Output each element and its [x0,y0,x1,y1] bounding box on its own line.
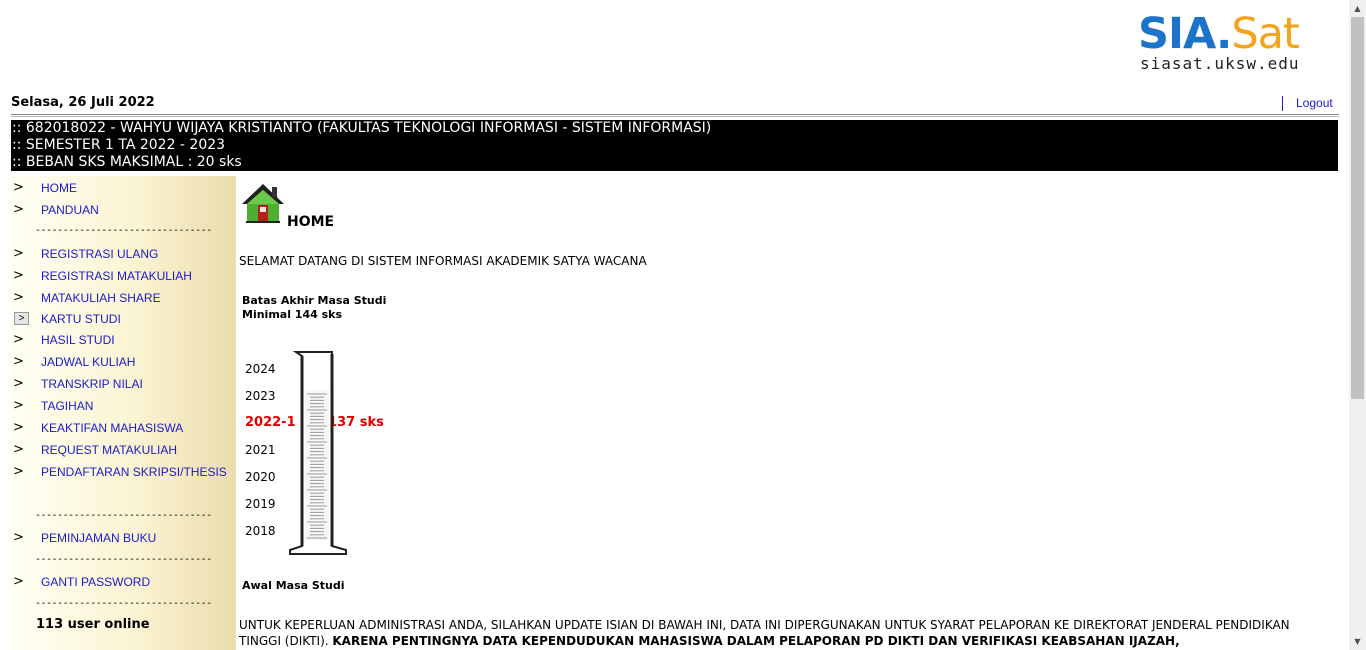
logout-divider [1282,96,1283,111]
sidebar-separator: -------------------------------- [35,598,212,609]
year-label: 2018 [245,524,276,538]
year-label: 2019 [245,497,276,511]
arrow-icon: > [13,180,24,195]
student-info-bar: :: 682018022 - WAHYU WIJAYA KRISTIANTO (… [11,120,1338,171]
update-notice: UNTUK KEPERLUAN ADMINISTRASI ANDA, SILAH… [239,617,1319,649]
sidebar-item-label[interactable]: PANDUAN [41,200,99,220]
sidebar-item-label[interactable]: GANTI PASSWORD [41,572,150,592]
scroll-up-icon[interactable]: ▲ [1349,0,1366,17]
arrow-button-icon: > [14,312,29,325]
study-start-label: Awal Masa Studi [242,579,345,592]
vertical-scrollbar[interactable]: ▲ ▼ [1349,0,1366,650]
logo-url: siasat.uksw.edu [1140,54,1300,73]
arrow-icon: > [13,268,24,283]
logout-link[interactable]: Logout [1296,96,1333,110]
arrow-icon: > [13,574,24,589]
arrow-icon: > [13,442,24,457]
update-notice-emphasis: KARENA PENTINGNYA DATA KEPENDUDUKAN MAHA… [332,634,1180,648]
header-rule [11,114,1339,115]
year-label: 2020 [245,470,276,484]
student-identity: :: 682018022 - WAHYU WIJAYA KRISTIANTO (… [12,120,712,136]
sidebar-item-label[interactable]: KEAKTIFAN MAHASISWA [41,418,183,438]
sidebar-item-label[interactable]: TAGIHAN [41,396,93,416]
sidebar-item-label[interactable]: PENDAFTARAN SKRIPSI/THESIS [41,462,227,482]
logo-sia: SIA [1138,9,1217,59]
sidebar-nav: > HOME > PANDUAN -----------------------… [11,176,236,650]
sidebar-item-label[interactable]: REGISTRASI MATAKULIAH [41,266,192,286]
study-deadline-title: Batas Akhir Masa Studi [242,294,387,307]
max-credit-info: :: BEBAN SKS MAKSIMAL : 20 sks [12,154,242,170]
minimum-credits: Minimal 144 sks [242,308,343,321]
year-label: 2023 [245,389,276,403]
sidebar-separator: -------------------------------- [35,225,212,236]
scrollbar-thumb[interactable] [1351,17,1364,399]
sidebar-item-label[interactable]: KARTU STUDI [41,309,121,329]
year-label: 2024 [245,362,276,376]
semester-info: :: SEMESTER 1 TA 2022 - 2023 [12,137,226,153]
logo-sat: Sat [1231,9,1300,59]
online-users-count: 113 user online [36,617,150,632]
sidebar-item-label[interactable]: REQUEST MATAKULIAH [41,440,177,460]
current-date: Selasa, 26 Juli 2022 [11,95,155,110]
sidebar-item-label[interactable]: REGISTRASI ULANG [41,244,158,264]
sidebar-separator: -------------------------------- [35,554,212,565]
arrow-icon: > [13,398,24,413]
arrow-icon: > [13,246,24,261]
page-title: HOME [287,214,335,230]
sidebar-separator: -------------------------------- [35,510,212,521]
arrow-icon: > [13,420,24,435]
logo-wordmark: SIA.Sat [1138,9,1300,59]
arrow-icon: > [13,332,24,347]
sidebar-item-label[interactable]: PEMINJAMAN BUKU [41,528,156,548]
year-label: 2021 [245,443,276,457]
arrow-icon: > [13,354,24,369]
welcome-message: SELAMAT DATANG DI SISTEM INFORMASI AKADE… [239,254,647,268]
sidebar-item-label[interactable]: HASIL STUDI [41,330,115,350]
sidebar-item-label[interactable]: HOME [41,178,77,198]
scroll-down-icon[interactable]: ▼ [1349,633,1366,650]
study-deadline-label: Batas Akhir Masa Studi Minimal 144 sks [242,294,386,322]
arrow-icon: > [13,464,24,479]
header-rule-secondary [11,116,1339,117]
siasat-logo: SIA.Sat siasat.uksw.edu [1138,9,1338,73]
arrow-icon: > [13,530,24,545]
logo-dot: . [1216,9,1232,59]
sidebar-item-label[interactable]: TRANSKRIP NILAI [41,374,143,394]
arrow-icon: > [13,202,24,217]
sidebar-item-label[interactable]: MATAKULIAH SHARE [41,288,161,308]
measuring-cylinder-graphic [289,351,347,555]
arrow-icon: > [13,290,24,305]
house-icon [242,184,284,223]
arrow-icon: > [13,376,24,391]
sidebar-item-label[interactable]: JADWAL KULIAH [41,352,135,372]
